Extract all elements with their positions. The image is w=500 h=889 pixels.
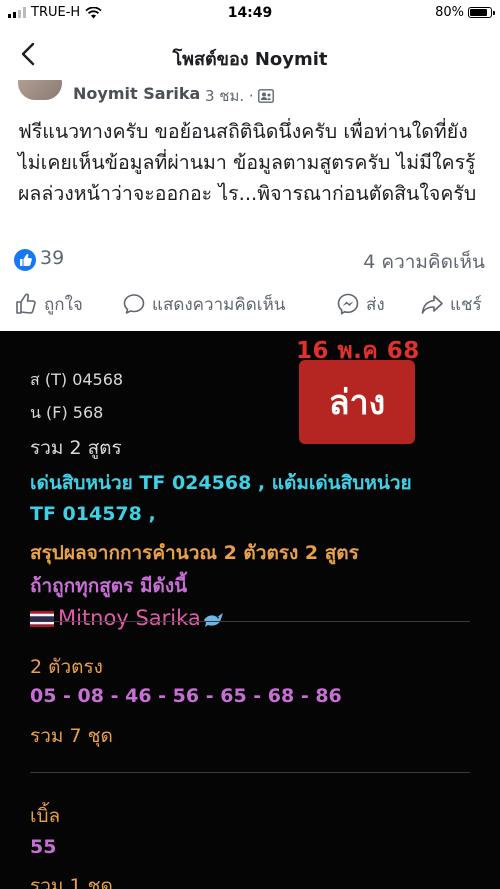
messenger-label: ส่ง [366, 294, 385, 315]
post-image[interactable]: 16 พ.ค 68 ล่าง ส (T) 04568 น (F) 568 รวม… [0, 331, 500, 889]
comment-count[interactable]: 4 ความคิดเห็น [363, 247, 485, 277]
formula-f-line: น (F) 568 [30, 403, 104, 422]
two-digit-label: 2 ตัวตรง [30, 656, 103, 678]
like-reaction-icon[interactable] [14, 249, 36, 271]
formula-sum-line: รวม 2 สูตร [30, 437, 122, 459]
two-digit-numbers: 05 - 08 - 46 - 56 - 65 - 68 - 86 [30, 685, 342, 707]
divider [30, 772, 470, 773]
two-digit-total: รวม 7 ชุด [30, 725, 113, 747]
formula-t-line: ส (T) 04568 [30, 370, 124, 389]
comment-icon [123, 294, 145, 314]
like-button[interactable]: ถูกใจ [14, 289, 83, 319]
thumbs-up-icon [16, 293, 36, 314]
reaction-stats: 39 4 ความคิดเห็น [0, 245, 500, 275]
comment-button[interactable]: แสดงความคิดเห็น [122, 289, 285, 319]
timestamp: 3 ชม. · [205, 87, 254, 105]
clock: 14:49 [227, 5, 273, 21]
summary-line: สรุปผลจากการคำนวณ 2 ตัวตรง 2 สูตร [30, 542, 359, 564]
author-name[interactable]: Noymit Sarika [73, 84, 200, 103]
highlight-line-1: เด่นสิบหน่วย TF 024568 , แต้มเด่นสิบหน่ว… [30, 472, 412, 494]
like-label: ถูกใจ [44, 294, 83, 315]
post-body: ฟรีแนวทางครับ ขอย้อนสถิตินิดนึ่งครับ เพื… [18, 120, 477, 205]
share-label: แชร์ [450, 294, 482, 315]
signature: Mitnoy Sarika [30, 606, 227, 630]
status-right: 80% [435, 5, 495, 20]
double-label: เบิ้ล [30, 805, 61, 827]
messenger-share-button[interactable]: ส่ง [336, 289, 385, 319]
share-arrow-icon [421, 295, 443, 314]
comment-label: แสดงความคิดเห็น [152, 294, 286, 315]
double-numbers: 55 [30, 836, 57, 858]
image-bottom-label: ล่าง [299, 360, 415, 444]
messenger-icon [337, 293, 359, 315]
double-total: รวม 1 ชุด [30, 875, 113, 889]
condition-line: ถ้าถูกทุกสูตร มีดังนี้ [30, 575, 188, 597]
highlight-line-2: TF 014578 , [30, 503, 156, 525]
avatar[interactable] [18, 80, 62, 100]
navigation-bar: โพสต์ของ Noymit [0, 26, 500, 84]
thai-flag-icon [30, 611, 54, 627]
post-actions: ถูกใจ แสดงความคิดเห็น ส่ง แชร์ [0, 289, 500, 325]
share-button[interactable]: แชร์ [420, 289, 482, 319]
signature-text: Mitnoy Sarika [58, 606, 201, 630]
battery-icon [468, 7, 495, 18]
like-count[interactable]: 39 [40, 247, 64, 269]
post-meta: 3 ชม. · [205, 84, 274, 108]
status-bar: TRUE-H 14:49 80% [0, 0, 500, 26]
bird-icon [203, 613, 223, 627]
post-header: Noymit Sarika 3 ชม. · [0, 80, 500, 110]
divider [30, 621, 470, 622]
friends-privacy-icon [257, 89, 274, 103]
battery-percent: 80% [435, 5, 464, 20]
page-title: โพสต์ของ Noymit [172, 49, 328, 70]
